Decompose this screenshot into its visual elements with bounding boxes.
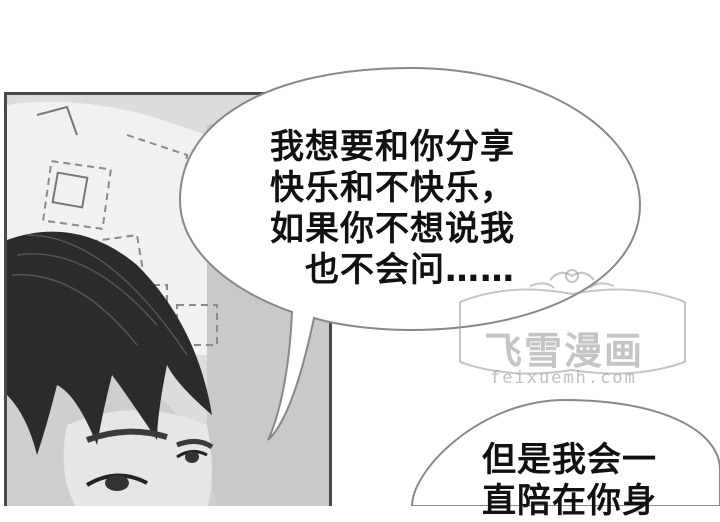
dialogue-line: 我想要和你分享 (270, 127, 515, 167)
dialogue-line: 直陪在你身 (482, 481, 657, 521)
dialogue-line: 如果你不想说我 (270, 209, 515, 249)
dialogue-line: 也不会问…… (270, 250, 515, 290)
watermark-url: feixuemh.com (490, 368, 637, 388)
dialogue-text-bottom: 但是我会一 直陪在你身 (482, 440, 657, 522)
watermark-title: 飞雪漫画 (484, 329, 645, 373)
dialogue-text-top: 我想要和你分享 快乐和不快乐， 如果你不想说我 也不会问…… (270, 127, 515, 291)
dialogue-line: 但是我会一 (482, 440, 657, 480)
dialogue-line: 快乐和不快乐， (270, 168, 515, 208)
